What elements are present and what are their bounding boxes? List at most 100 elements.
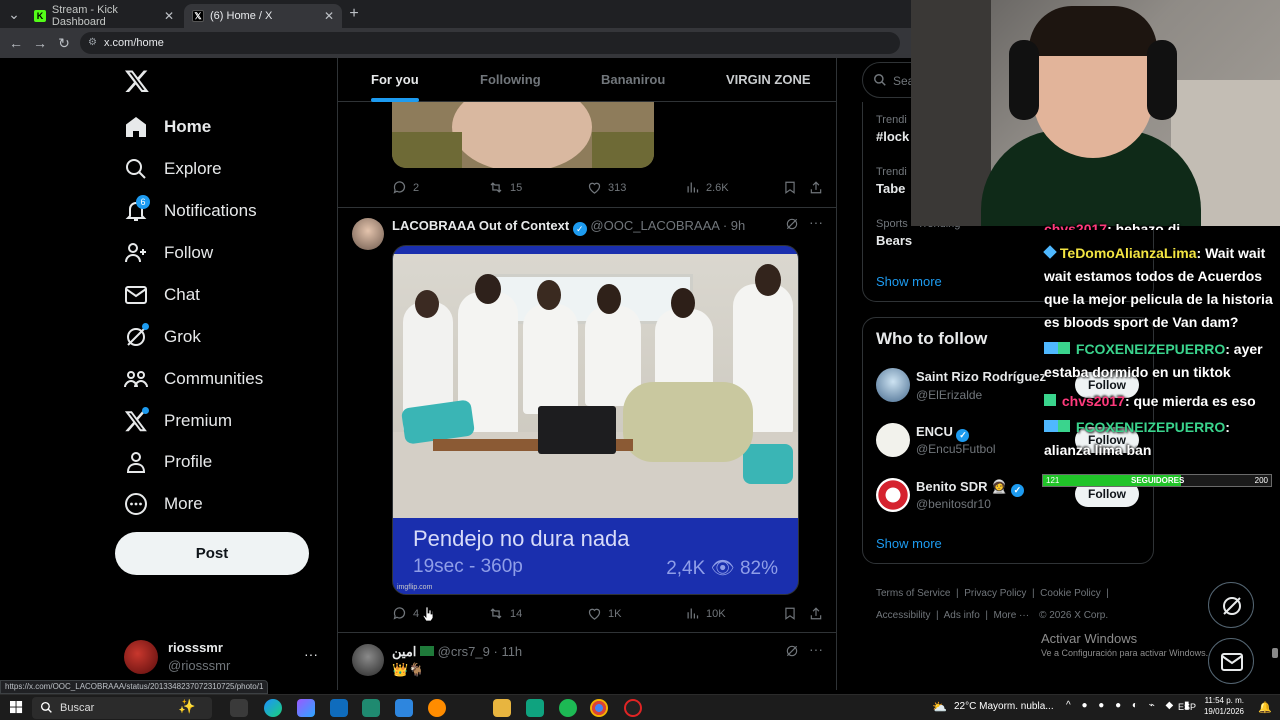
post-author-handle[interactable]: @OOC_LACOBRAAA <box>590 218 719 233</box>
account-switcher[interactable]: riosssmr @riosssmr ··· <box>116 632 326 678</box>
taskbar-search-box[interactable]: Buscar ✨ <box>32 697 212 719</box>
suggested-account-name-row[interactable]: ENCU ✓ <box>916 424 970 442</box>
tab-for-you[interactable]: For you <box>371 58 419 102</box>
footer-link-cookies[interactable]: Cookie Policy <box>1040 588 1101 599</box>
browser-tab-x[interactable]: 𝕏 (6) Home / X ✕ <box>184 4 342 28</box>
post-button[interactable]: Post <box>115 532 309 575</box>
browser-tab-kick[interactable]: K Stream - Kick Dashboard ✕ <box>26 4 182 28</box>
sidebar-item-explore[interactable]: Explore <box>124 151 222 187</box>
like-button[interactable]: 1K <box>587 606 621 621</box>
post-author-handle[interactable]: @crs7_9 <box>438 644 490 659</box>
repost-button[interactable]: 15 <box>488 180 522 195</box>
post-image[interactable]: Pendejo no dura nada 19sec - 360p 2,4K 👁… <box>392 245 799 595</box>
task-view-icon[interactable] <box>230 699 248 717</box>
bookmark-icon[interactable] <box>783 180 797 195</box>
store-icon[interactable] <box>362 699 380 717</box>
tab-virgin-zone[interactable]: VIRGIN ZONE <box>726 58 811 102</box>
post-author-name[interactable]: LACOBRAAA Out of Context <box>392 218 569 233</box>
views-button[interactable]: 10K <box>685 606 726 621</box>
post-time[interactable]: · 11h <box>494 644 523 659</box>
messages-fab-button[interactable] <box>1208 638 1254 684</box>
obs-icon[interactable] <box>624 699 642 717</box>
previous-post-image[interactable] <box>392 102 654 168</box>
post-author-name[interactable]: امين <box>392 644 416 659</box>
file-explorer-icon[interactable] <box>493 699 511 717</box>
like-button[interactable]: 313 <box>587 180 626 195</box>
sidebar-item-follow[interactable]: Follow <box>124 235 213 271</box>
repost-button[interactable]: 14 <box>488 606 522 621</box>
new-tab-button[interactable]: + <box>346 6 362 22</box>
scrollbar-thumb[interactable] <box>1272 648 1278 658</box>
footer-link-more[interactable]: More ··· <box>994 610 1030 621</box>
weather-text[interactable]: 22°C Mayorm. nubla... <box>954 701 1054 712</box>
reply-button[interactable]: 4 <box>392 606 419 621</box>
sidebar-item-more[interactable]: More <box>124 486 203 522</box>
footer-link-terms[interactable]: Terms of Service <box>876 588 950 599</box>
copilot-icon[interactable] <box>297 699 315 717</box>
post-author-avatar[interactable] <box>352 218 384 250</box>
close-icon[interactable]: ✕ <box>324 9 334 23</box>
suggested-account-name-row[interactable]: Benito SDR 🧑‍🚀 ✓ <box>916 479 1024 497</box>
share-icon[interactable] <box>809 606 823 621</box>
sidebar-item-chat[interactable]: Chat <box>124 277 200 313</box>
app-icon[interactable] <box>395 699 413 717</box>
reply-button[interactable]: 2 <box>392 180 419 195</box>
avatar[interactable] <box>876 478 910 512</box>
sidebar-item-premium[interactable]: Premium <box>124 403 232 439</box>
tab-following[interactable]: Following <box>480 58 541 102</box>
more-dots-icon[interactable]: ··· <box>304 646 318 662</box>
sidebar-item-profile[interactable]: Profile <box>124 444 212 480</box>
outlook-icon[interactable] <box>330 699 348 717</box>
url-field[interactable]: ⚙ x.com/home <box>80 32 900 54</box>
site-info-icon[interactable]: ⚙ <box>88 32 97 54</box>
share-icon[interactable] <box>809 180 823 195</box>
trend-item[interactable]: Trendi Tabe <box>876 166 907 196</box>
app-icon[interactable] <box>526 699 544 717</box>
clock-date[interactable]: 19/01/2026 <box>1200 707 1244 716</box>
grok-actions-icon[interactable] <box>785 217 799 231</box>
sidebar-item-communities[interactable]: Communities <box>124 361 263 397</box>
tray-icons[interactable]: ^ ● ● ● ◐ ⌁ ◆ ▮ <box>1066 700 1194 711</box>
app-icon[interactable] <box>428 699 446 717</box>
windows-start-icon[interactable] <box>10 701 23 714</box>
forward-button[interactable]: → <box>32 35 48 51</box>
trend-item[interactable]: Trendi #lock <box>876 114 909 144</box>
post-time[interactable]: · 9h <box>723 218 745 233</box>
sidebar-item-notifications[interactable]: 6 Notifications <box>124 193 257 229</box>
notification-bell-icon[interactable]: 🔔 <box>1258 701 1272 714</box>
sidebar-item-grok[interactable]: Grok <box>124 319 201 355</box>
tab-search-button[interactable]: ⌄ <box>6 6 22 22</box>
footer-link-privacy[interactable]: Privacy Policy <box>964 588 1026 599</box>
suggested-account-name[interactable]: Saint Rizo Rodríguez <box>916 369 1046 384</box>
footer-link-ads-info[interactable]: Ads info <box>944 610 980 621</box>
avatar[interactable] <box>876 423 910 457</box>
post-more-icon[interactable]: ··· <box>809 214 823 230</box>
sidebar-item-label: Chat <box>164 285 200 304</box>
tab-bananirou[interactable]: Bananirou <box>601 58 665 102</box>
who-to-follow-show-more-link[interactable]: Show more <box>876 536 942 551</box>
bookmark-icon[interactable] <box>783 606 797 621</box>
grok-fab-button[interactable] <box>1208 582 1254 628</box>
avatar[interactable] <box>876 368 910 402</box>
reload-button[interactable]: ↻ <box>56 35 72 51</box>
sidebar-item-home[interactable]: Home <box>124 109 211 145</box>
edge-icon[interactable] <box>264 699 282 717</box>
language-indicator[interactable]: ESP <box>1178 702 1196 712</box>
spotify-icon[interactable] <box>559 699 577 717</box>
trends-show-more-link[interactable]: Show more <box>876 274 942 289</box>
url-text: x.com/home <box>104 37 164 49</box>
back-button[interactable]: ← <box>8 35 24 51</box>
views-button[interactable]: 2.6K <box>685 180 729 195</box>
x-logo-icon[interactable] <box>124 68 150 94</box>
chrome-icon[interactable] <box>590 699 608 717</box>
grok-actions-icon[interactable] <box>785 644 799 658</box>
sidebar-item-label: Grok <box>164 327 201 346</box>
post-header: امين @crs7_9 · 11h <box>392 644 522 660</box>
trend-title: Bears <box>876 233 913 248</box>
clock-time[interactable]: 11:54 p. m. <box>1200 696 1244 705</box>
webcam-overlay <box>911 0 1280 226</box>
close-icon[interactable]: ✕ <box>164 9 174 23</box>
post-more-icon[interactable]: ··· <box>809 641 823 657</box>
footer-link-accessibility[interactable]: Accessibility <box>876 610 930 621</box>
post-author-avatar[interactable] <box>352 644 384 676</box>
